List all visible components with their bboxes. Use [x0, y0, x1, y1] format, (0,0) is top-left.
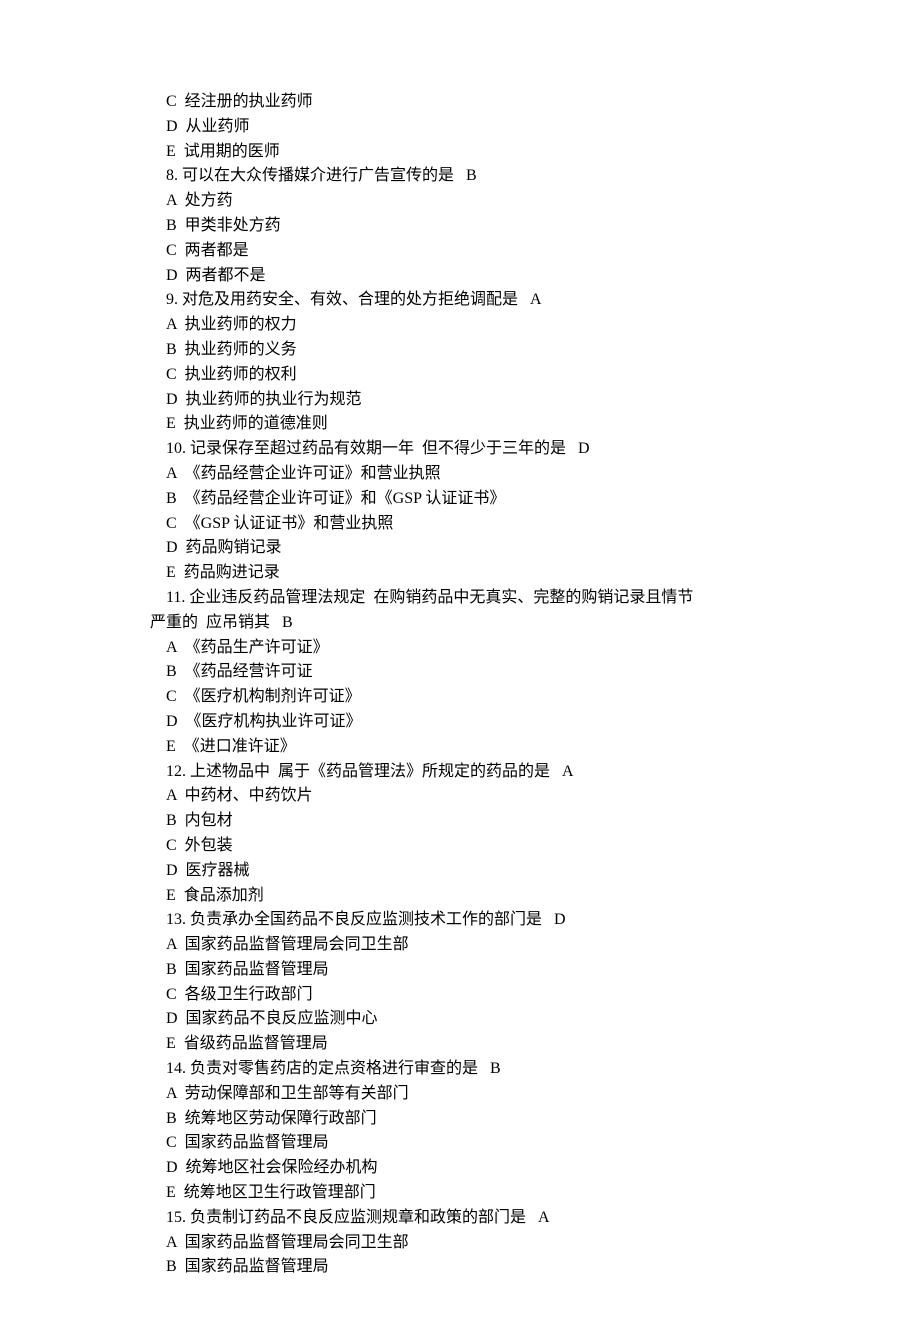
- text-line: A 中药材、中药饮片: [150, 784, 790, 809]
- text-line: 11. 企业违反药品管理法规定 在购销药品中无真实、完整的购销记录且情节: [150, 586, 790, 611]
- text-line: D 药品购销记录: [150, 536, 790, 561]
- text-line: C 两者都是: [150, 239, 790, 264]
- text-line: C 国家药品监督管理局: [150, 1131, 790, 1156]
- text-line: A 劳动保障部和卫生部等有关部门: [150, 1082, 790, 1107]
- document-body: C 经注册的执业药师D 从业药师E 试用期的医师8. 可以在大众传播媒介进行广告…: [150, 90, 790, 1280]
- text-line: A 处方药: [150, 189, 790, 214]
- text-line: D 从业药师: [150, 115, 790, 140]
- text-line: B 《药品经营许可证: [150, 660, 790, 685]
- text-line: A 国家药品监督管理局会同卫生部: [150, 933, 790, 958]
- text-line: D 《医疗机构执业许可证》: [150, 710, 790, 735]
- text-line: C 《GSP 认证证书》和营业执照: [150, 512, 790, 537]
- text-line: D 医疗器械: [150, 859, 790, 884]
- text-line: 14. 负责对零售药店的定点资格进行审查的是 B: [150, 1057, 790, 1082]
- text-line: C 执业药师的权利: [150, 363, 790, 388]
- text-line: 13. 负责承办全国药品不良反应监测技术工作的部门是 D: [150, 908, 790, 933]
- text-line: E 执业药师的道德准则: [150, 412, 790, 437]
- text-line: D 执业药师的执业行为规范: [150, 388, 790, 413]
- text-line: B 甲类非处方药: [150, 214, 790, 239]
- text-line: C 外包装: [150, 834, 790, 859]
- text-line: C 经注册的执业药师: [150, 90, 790, 115]
- text-line: 15. 负责制订药品不良反应监测规章和政策的部门是 A: [150, 1206, 790, 1231]
- text-line: B 国家药品监督管理局: [150, 958, 790, 983]
- text-line: E 试用期的医师: [150, 140, 790, 165]
- text-line: A 《药品生产许可证》: [150, 636, 790, 661]
- text-line: B 执业药师的义务: [150, 338, 790, 363]
- text-line: B 国家药品监督管理局: [150, 1255, 790, 1280]
- text-line: E 食品添加剂: [150, 884, 790, 909]
- text-line: D 两者都不是: [150, 264, 790, 289]
- document-page: C 经注册的执业药师D 从业药师E 试用期的医师8. 可以在大众传播媒介进行广告…: [0, 0, 920, 1340]
- text-line: E 统筹地区卫生行政管理部门: [150, 1181, 790, 1206]
- text-line: A 执业药师的权力: [150, 313, 790, 338]
- text-line: B 《药品经营企业许可证》和《GSP 认证证书》: [150, 487, 790, 512]
- text-line: 12. 上述物品中 属于《药品管理法》所规定的药品的是 A: [150, 760, 790, 785]
- text-line: E 省级药品监督管理局: [150, 1032, 790, 1057]
- text-line: E 药品购进记录: [150, 561, 790, 586]
- text-line: A 《药品经营企业许可证》和营业执照: [150, 462, 790, 487]
- text-line: A 国家药品监督管理局会同卫生部: [150, 1231, 790, 1256]
- text-line: E 《进口准许证》: [150, 735, 790, 760]
- text-line: D 国家药品不良反应监测中心: [150, 1007, 790, 1032]
- text-line: C 《医疗机构制剂许可证》: [150, 685, 790, 710]
- text-line: B 内包材: [150, 809, 790, 834]
- text-line: 8. 可以在大众传播媒介进行广告宣传的是 B: [150, 164, 790, 189]
- text-line: 严重的 应吊销其 B: [150, 611, 790, 636]
- text-line: C 各级卫生行政部门: [150, 983, 790, 1008]
- text-line: B 统筹地区劳动保障行政部门: [150, 1107, 790, 1132]
- text-line: 9. 对危及用药安全、有效、合理的处方拒绝调配是 A: [150, 288, 790, 313]
- text-line: 10. 记录保存至超过药品有效期一年 但不得少于三年的是 D: [150, 437, 790, 462]
- text-line: D 统筹地区社会保险经办机构: [150, 1156, 790, 1181]
